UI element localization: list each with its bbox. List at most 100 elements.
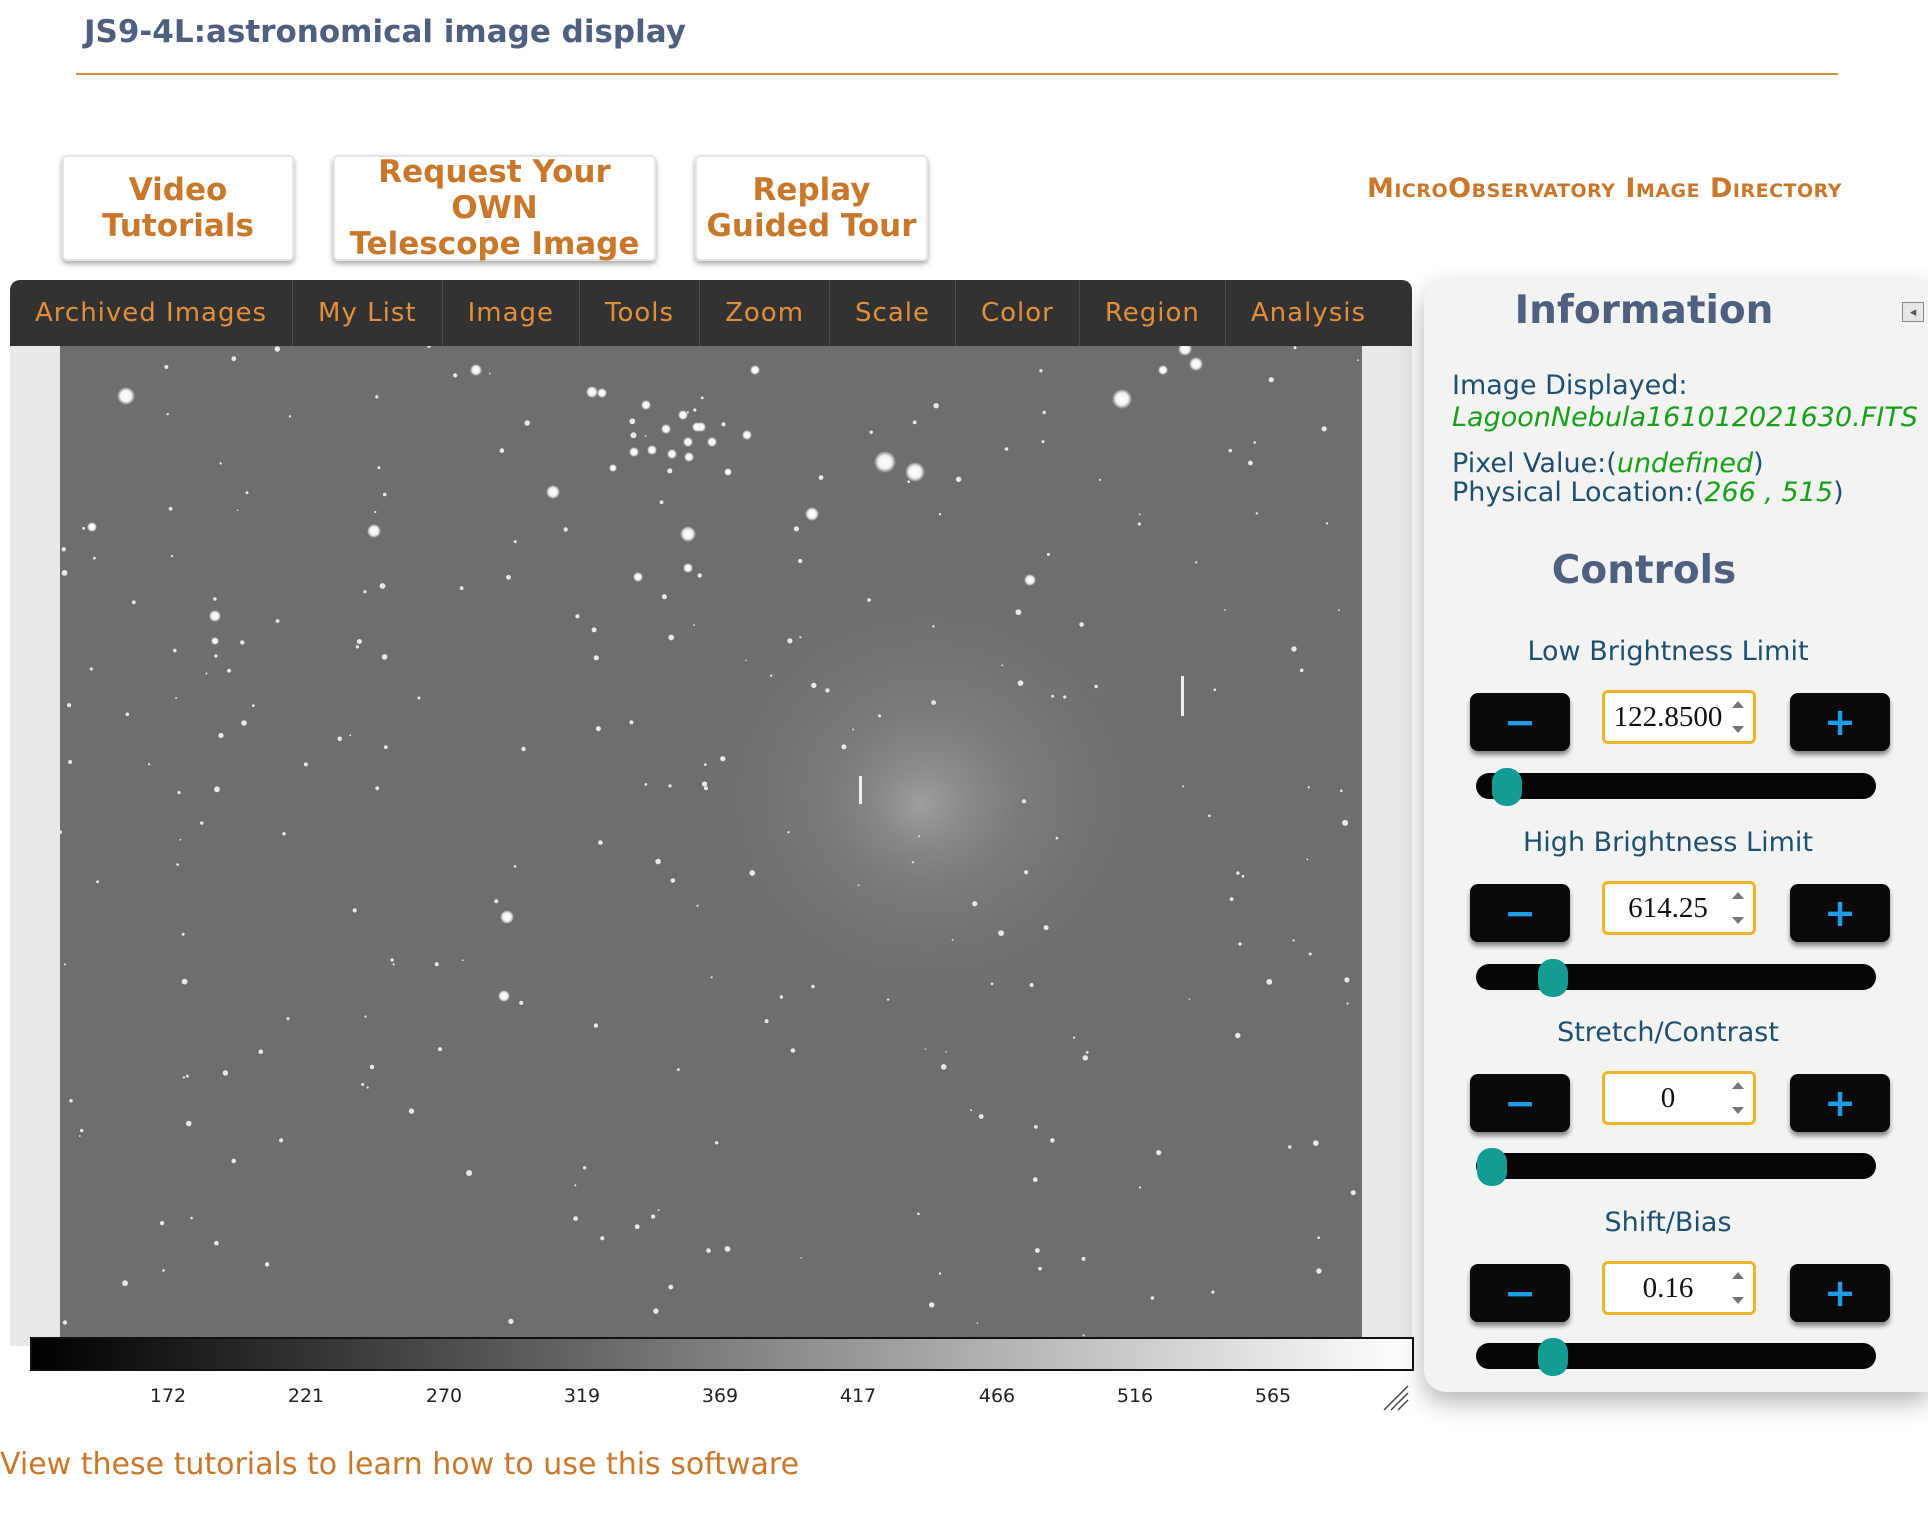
spinner-icon[interactable] — [1729, 701, 1747, 733]
star — [976, 1322, 979, 1324]
controls-heading: Controls — [1551, 548, 1737, 593]
star — [1292, 939, 1295, 942]
low-brightness-plus-button[interactable]: + — [1790, 693, 1890, 751]
stretch-contrast-slider[interactable] — [1476, 1148, 1876, 1186]
star — [173, 648, 177, 653]
star — [1051, 694, 1055, 698]
menu-zoom[interactable]: Zoom — [700, 280, 831, 346]
low-brightness-minus-button[interactable]: − — [1470, 693, 1570, 751]
star — [630, 432, 637, 439]
star — [181, 932, 185, 936]
spinner-icon[interactable] — [1729, 1082, 1747, 1114]
star — [1137, 522, 1141, 526]
colorbar-tick: 319 — [563, 1385, 601, 1407]
video-tutorials-label: Video Tutorials — [102, 172, 254, 244]
star — [1236, 871, 1240, 875]
star — [236, 509, 239, 512]
star — [459, 586, 464, 591]
shift-bias-minus-button[interactable]: − — [1470, 1264, 1570, 1322]
star — [1046, 552, 1051, 556]
star — [593, 655, 599, 661]
star — [574, 1184, 577, 1187]
star — [506, 574, 511, 580]
star — [218, 732, 224, 739]
low-brightness-slider-thumb[interactable] — [1492, 768, 1523, 806]
stretch-contrast-minus-button[interactable]: − — [1470, 1074, 1570, 1132]
star — [264, 1262, 270, 1267]
spinner-icon[interactable] — [1729, 892, 1747, 924]
star — [1238, 942, 1242, 946]
star — [390, 958, 394, 962]
video-tutorials-button[interactable]: Video Tutorials — [62, 155, 294, 261]
star — [1208, 814, 1211, 818]
star — [811, 984, 815, 989]
star — [377, 466, 381, 470]
shift-bias-input[interactable]: 0.16 — [1602, 1261, 1756, 1315]
star — [697, 573, 702, 578]
menu-analysis[interactable]: Analysis — [1226, 280, 1391, 346]
star — [661, 594, 667, 600]
star — [1228, 448, 1233, 453]
spinner-icon[interactable] — [1729, 1272, 1747, 1304]
high-brightness-input[interactable]: 614.25 — [1602, 881, 1756, 935]
star — [745, 659, 747, 662]
star — [1094, 684, 1098, 689]
shift-bias-slider-thumb[interactable] — [1538, 1338, 1569, 1376]
menu-color[interactable]: Color — [956, 280, 1080, 346]
star — [591, 627, 597, 633]
stretch-contrast-input[interactable]: 0 — [1602, 1071, 1756, 1125]
shift-bias-plus-button[interactable]: + — [1790, 1264, 1890, 1322]
resize-grip-icon[interactable] — [1382, 1384, 1410, 1412]
star — [168, 506, 173, 511]
star — [62, 1320, 68, 1325]
shift-bias-slider[interactable] — [1476, 1338, 1876, 1376]
star — [742, 430, 752, 440]
menu-tools[interactable]: Tools — [580, 280, 701, 346]
pixel-value-line: Pixel Value:(undefined) — [1452, 448, 1764, 479]
image-directory-link[interactable]: MicroObservatory Image Directory — [1367, 173, 1842, 204]
star — [1321, 426, 1327, 432]
star — [692, 422, 702, 432]
request-telescope-image-button[interactable]: Request Your OWN Telescope Image — [333, 154, 656, 262]
collapse-left-icon[interactable]: ◂ — [1902, 302, 1924, 322]
stretch-contrast-slider-thumb[interactable] — [1476, 1148, 1507, 1186]
star — [176, 863, 179, 866]
star — [998, 930, 1004, 936]
low-brightness-slider[interactable] — [1476, 768, 1876, 806]
astronomical-image[interactable] — [60, 346, 1362, 1346]
star — [931, 700, 936, 705]
star — [122, 1280, 128, 1287]
menu-archived-images[interactable]: Archived Images — [10, 280, 294, 346]
star — [408, 1108, 415, 1114]
star — [721, 422, 726, 427]
star — [219, 462, 222, 465]
star — [1098, 478, 1101, 481]
replay-guided-tour-button[interactable]: Replay Guided Tour — [695, 155, 928, 261]
high-brightness-slider[interactable] — [1476, 959, 1876, 997]
menu-my-list[interactable]: My List — [293, 280, 443, 346]
low-brightness-input[interactable]: 122.8500 — [1602, 690, 1756, 744]
star — [1017, 680, 1024, 686]
high-brightness-minus-button[interactable]: − — [1470, 884, 1570, 942]
star — [498, 990, 510, 1002]
star — [200, 821, 204, 825]
tutorials-link[interactable]: View these tutorials to learn how to use… — [0, 1447, 799, 1482]
star — [929, 1302, 935, 1308]
star — [274, 346, 280, 352]
menu-region[interactable]: Region — [1080, 280, 1226, 346]
star — [524, 420, 530, 426]
high-brightness-plus-button[interactable]: + — [1790, 884, 1890, 942]
star — [779, 995, 784, 999]
app-title: JS9-4L:astronomical image display — [84, 14, 686, 50]
star — [78, 1135, 81, 1137]
menu-scale[interactable]: Scale — [830, 280, 956, 346]
colorbar-tick: 565 — [1254, 1385, 1292, 1407]
star — [878, 714, 882, 718]
high-brightness-slider-thumb[interactable] — [1538, 959, 1569, 997]
menu-image[interactable]: Image — [443, 280, 581, 346]
star — [1038, 1266, 1042, 1271]
stretch-contrast-plus-button[interactable]: + — [1790, 1074, 1890, 1132]
star — [190, 1216, 193, 1220]
star — [1112, 389, 1132, 409]
star — [1342, 819, 1349, 826]
